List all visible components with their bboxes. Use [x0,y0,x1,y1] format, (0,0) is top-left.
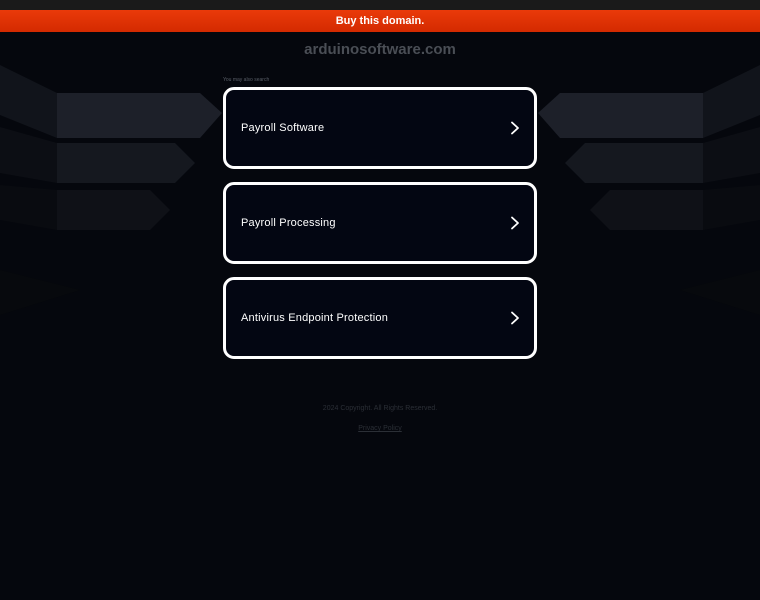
privacy-policy-link[interactable]: Privacy Policy [0,425,760,432]
search-item-label: Payroll Software [241,122,325,134]
also-search-label: You may also search [223,77,270,83]
search-item-payroll-processing[interactable]: Payroll Processing [223,182,537,264]
chevron-right-icon [511,121,519,135]
search-item-antivirus-endpoint-protection[interactable]: Antivirus Endpoint Protection [223,277,537,359]
search-item-label: Antivirus Endpoint Protection [241,312,389,324]
chevron-right-icon [511,311,519,325]
top-strip [0,0,760,10]
chevron-right-icon [511,216,519,230]
buy-domain-label: Buy this domain. [335,15,425,27]
search-item-label: Payroll Processing [241,217,336,229]
copyright-text: 2024 Copyright. All Rights Reserved. [322,405,438,412]
search-item-payroll-software[interactable]: Payroll Software [223,87,537,169]
buy-domain-banner[interactable]: Buy this domain. [0,10,760,32]
